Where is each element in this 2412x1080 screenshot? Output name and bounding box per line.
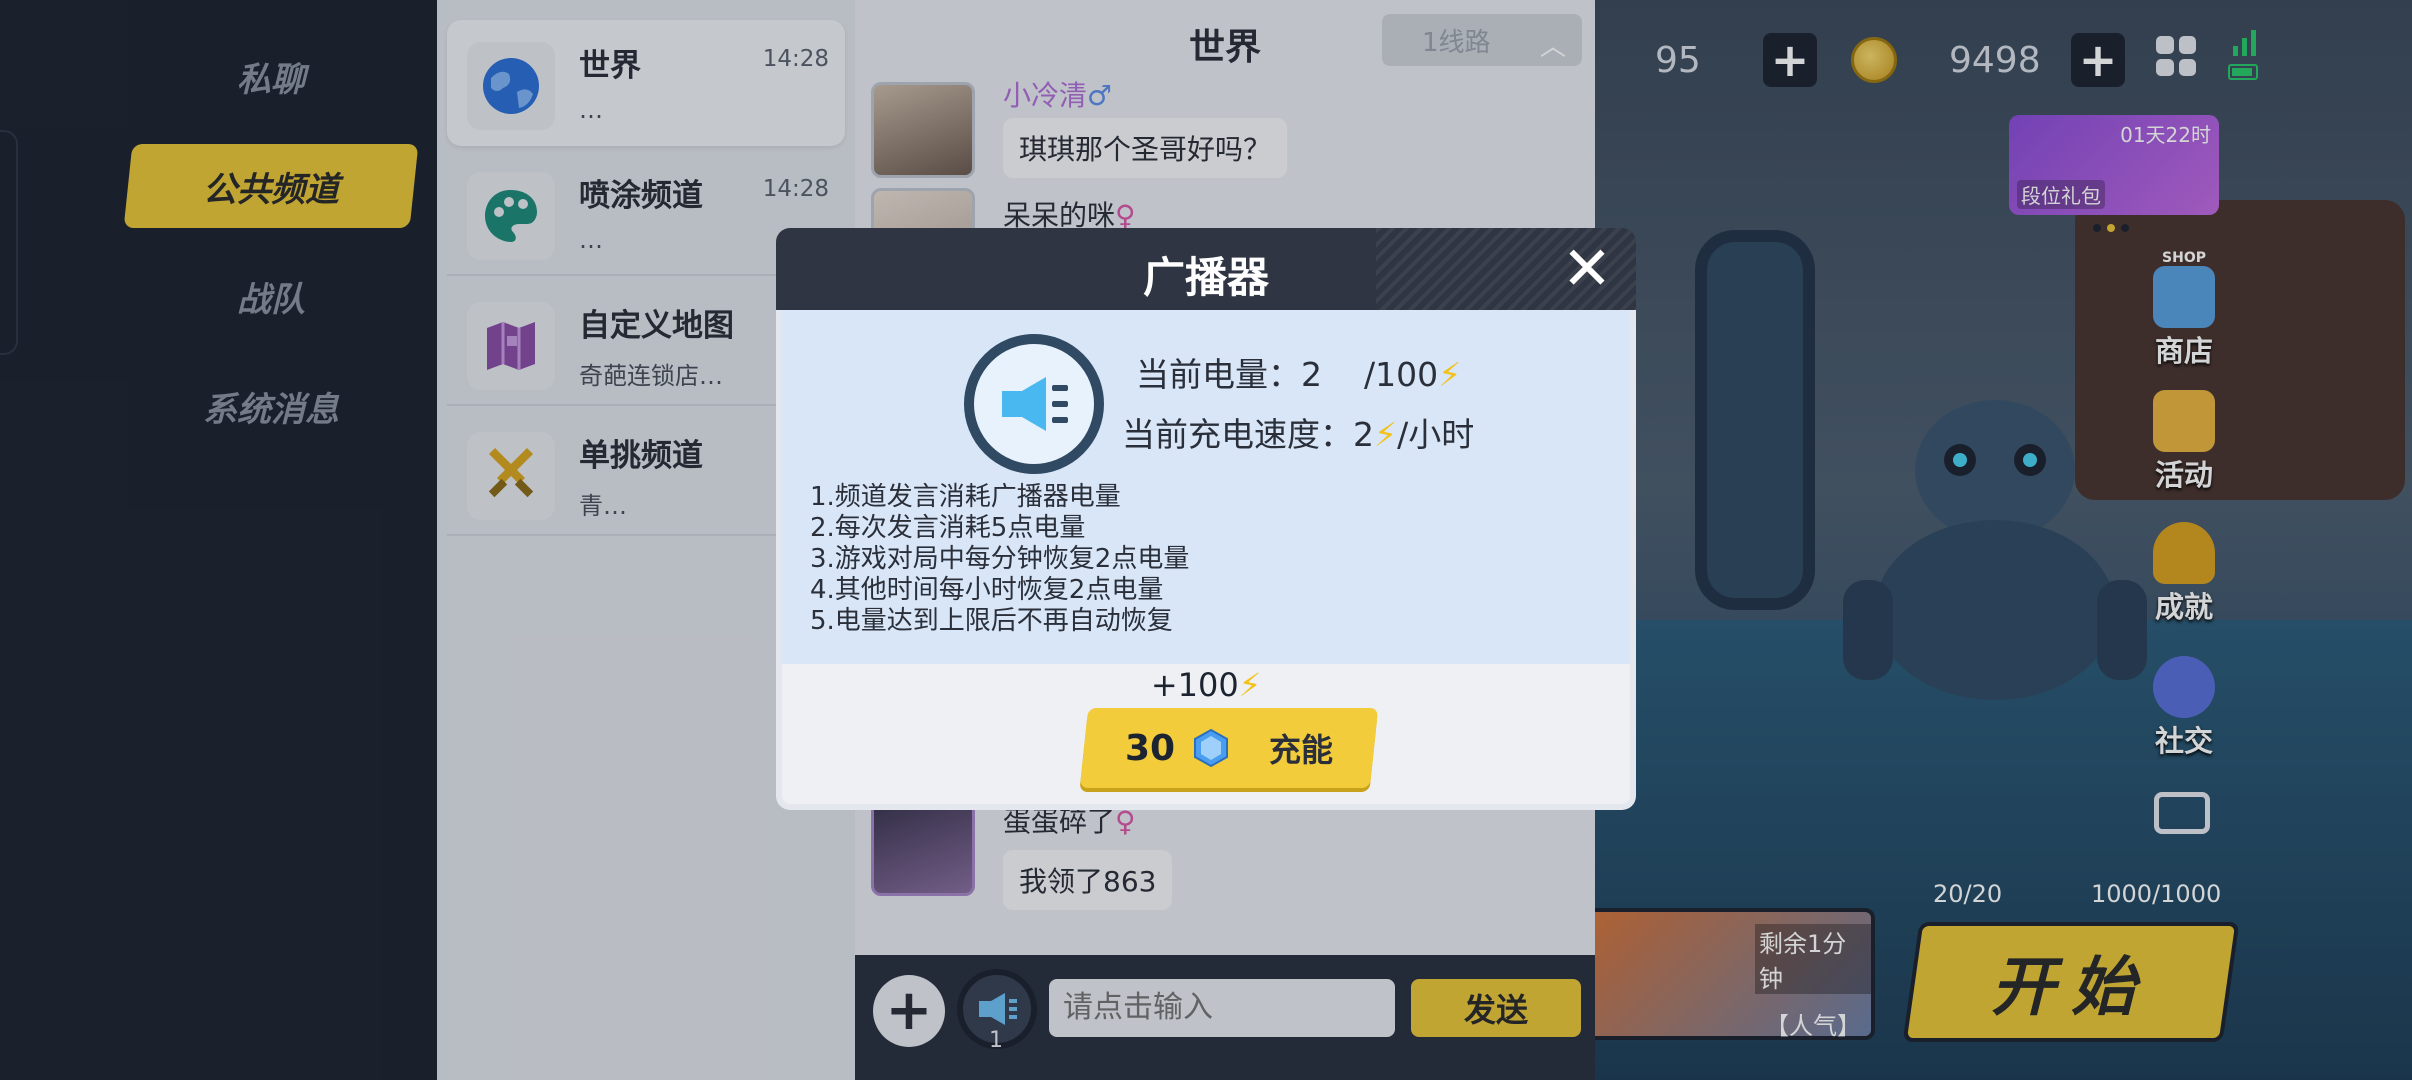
dialog-body: 当前电量：2 /100⚡ 当前充电速度：2⚡/小时 1.频道发言消耗广播器电量 … [776, 310, 1636, 810]
charge-cost: 30 [1124, 727, 1176, 769]
rule-item: 1.频道发言消耗广播器电量 [810, 482, 1121, 512]
recharge-button[interactable]: 30 充能 [1079, 708, 1379, 788]
rule-item: 4.其他时间每小时恢复2点电量 [810, 575, 1164, 605]
dialog-title: 广播器 [1142, 253, 1269, 302]
diamond-icon [1194, 728, 1229, 768]
lightning-icon: ⚡ [1238, 666, 1262, 704]
lightning-icon: ⚡ [1374, 415, 1398, 454]
lightning-icon: ⚡ [1438, 355, 1462, 394]
charge-amount-value: +100 [1150, 666, 1239, 704]
rule-item: 5.电量达到上限后不再自动恢复 [810, 606, 1173, 636]
broadcaster-dialog: 广播器 ✕ 当前电量：2 /100⚡ 当前充电速度：2⚡/小时 1.频道发言消耗… [776, 228, 1636, 810]
rule-item: 3.游戏对局中每分钟恢复2点电量 [810, 544, 1190, 574]
current-power: 当前电量：2 /100⚡ [1136, 348, 1461, 396]
charge-speed: 当前充电速度：2⚡/小时 [1122, 408, 1474, 456]
info-panel: 当前电量：2 /100⚡ 当前充电速度：2⚡/小时 1.频道发言消耗广播器电量 … [782, 310, 1630, 664]
power-max: /100 [1363, 355, 1439, 394]
speed-unit: /小时 [1397, 415, 1475, 454]
power-label: 当前电量：2 [1136, 355, 1322, 394]
charge-label: 充能 [1269, 731, 1334, 769]
speed-label: 当前充电速度：2 [1122, 415, 1374, 454]
rule-item: 2.每次发言消耗5点电量 [810, 513, 1086, 543]
rules-list: 1.频道发言消耗广播器电量 2.每次发言消耗5点电量 3.游戏对局中每分钟恢复2… [810, 482, 1189, 637]
dialog-header: 广播器 ✕ [776, 228, 1636, 310]
charge-amount: +100⚡ [782, 666, 1630, 704]
close-icon[interactable]: ✕ [1560, 239, 1614, 299]
megaphone-icon [964, 334, 1104, 474]
